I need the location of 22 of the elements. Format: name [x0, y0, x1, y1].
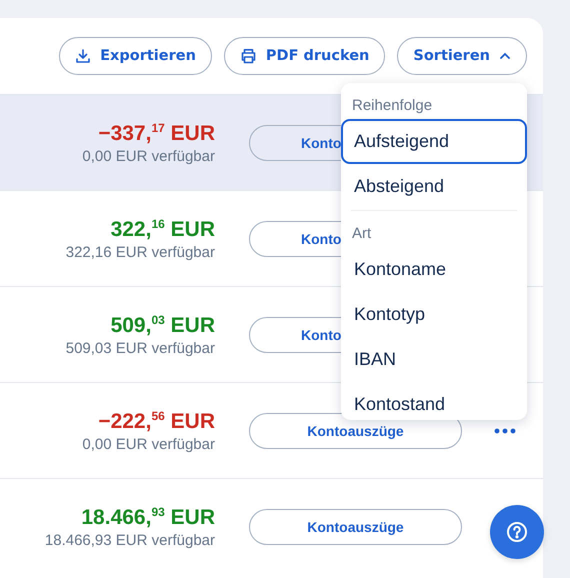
more-icon[interactable]: [494, 428, 516, 434]
printer-icon: [240, 48, 257, 64]
balance-amount: 509,$^{03}$ EUR: [110, 312, 215, 338]
balance-amount: 322,$^{16}$ EUR: [110, 216, 215, 242]
caret-up-icon: [499, 52, 511, 60]
print-button[interactable]: PDF drucken: [224, 37, 386, 75]
statements-button[interactable]: Kontoauszüge: [249, 508, 462, 544]
available-amount: 509,03 EUR verfügbar: [66, 340, 215, 356]
menu-item[interactable]: Aufsteigend: [341, 119, 527, 164]
download-icon: [75, 48, 92, 64]
balance-amount: 18.466,$^{93}$ EUR: [81, 504, 215, 530]
available-amount: 0,00 EUR verfügbar: [82, 148, 215, 164]
question-icon: [506, 521, 528, 543]
sort-button[interactable]: Sortieren: [397, 37, 527, 75]
available-amount: 322,16 EUR verfügbar: [66, 244, 215, 260]
balance-amount: −337,$^{17}$ EUR: [98, 120, 215, 146]
balance-amount: −222,$^{56}$ EUR: [98, 408, 215, 434]
menu-group-heading: Art: [351, 224, 372, 244]
available-amount: 18.466,93 EUR verfügbar: [44, 532, 215, 548]
available-amount: 0,00 EUR verfügbar: [82, 436, 215, 452]
menu-group-heading: Reihenfolge: [351, 96, 434, 116]
export-button[interactable]: Exportieren: [59, 37, 212, 75]
